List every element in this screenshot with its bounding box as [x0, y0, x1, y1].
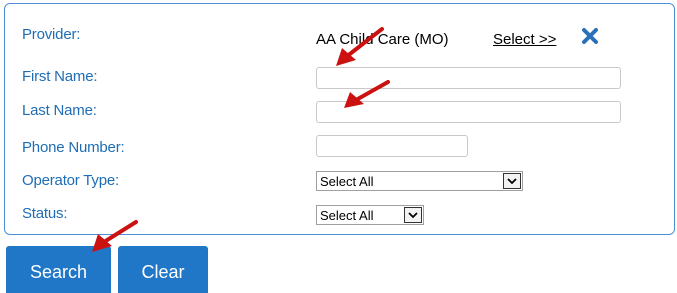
- search-button[interactable]: Search: [6, 246, 111, 293]
- last-name-label: Last Name:: [22, 102, 97, 119]
- close-x-icon[interactable]: [581, 27, 599, 45]
- status-select[interactable]: Select All: [316, 205, 424, 225]
- chevron-down-icon[interactable]: [404, 207, 422, 223]
- phone-number-label: Phone Number:: [22, 139, 125, 156]
- operator-type-select[interactable]: Select All: [316, 171, 523, 191]
- provider-select-link[interactable]: Select >>: [493, 31, 556, 48]
- provider-search-page: Provider: First Name: Last Name: Phone N…: [0, 0, 677, 293]
- provider-label: Provider:: [22, 26, 81, 43]
- phone-number-input[interactable]: [316, 135, 468, 157]
- operator-type-label: Operator Type:: [22, 172, 119, 189]
- first-name-label: First Name:: [22, 68, 98, 85]
- status-selected-value: Select All: [320, 208, 374, 223]
- clear-button[interactable]: Clear: [118, 246, 208, 293]
- last-name-input[interactable]: [316, 101, 621, 123]
- operator-type-selected-value: Select All: [320, 174, 374, 189]
- chevron-down-icon[interactable]: [503, 173, 521, 189]
- status-label: Status:: [22, 205, 68, 222]
- provider-value: AA Child Care (MO): [316, 31, 449, 48]
- first-name-input[interactable]: [316, 67, 621, 89]
